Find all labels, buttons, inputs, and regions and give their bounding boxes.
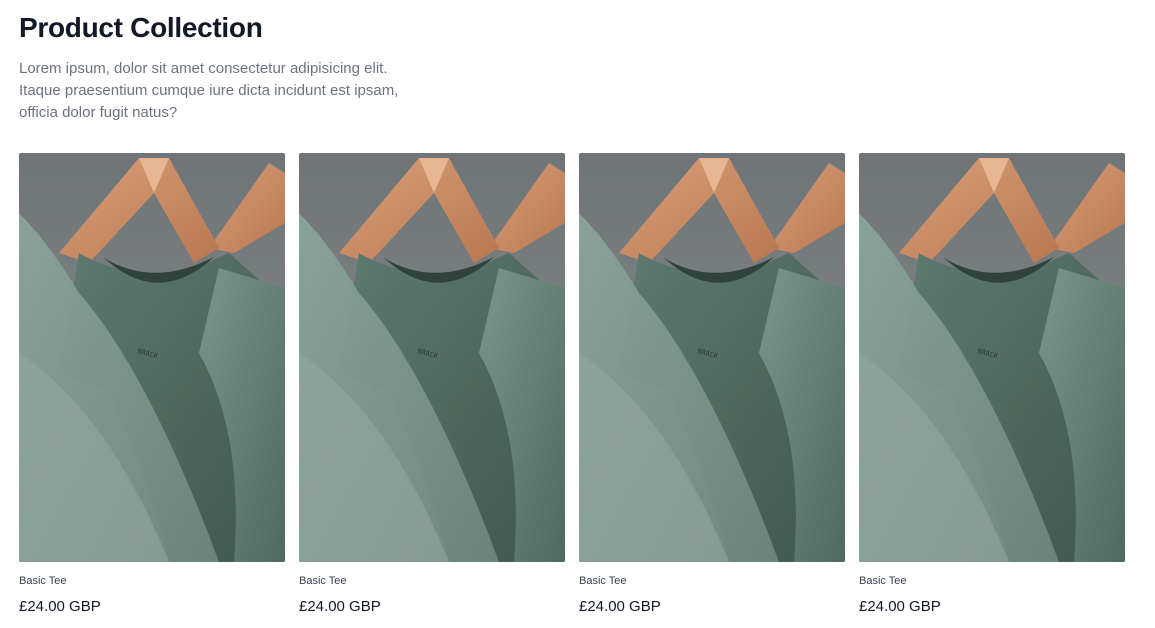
tshirt-on-hanger-photo: BRACK [19, 153, 285, 562]
product-card[interactable]: BRACK Basic Tee £24.00 GBP [299, 153, 565, 616]
product-card[interactable]: BRACK Basic Tee £24.00 GBP [859, 153, 1125, 616]
product-name[interactable]: Basic Tee [859, 574, 1125, 588]
page-description: Lorem ipsum, dolor sit amet consectetur … [19, 60, 399, 121]
tshirt-on-hanger-photo: BRACK [299, 153, 565, 562]
product-image[interactable]: BRACK [299, 153, 565, 562]
product-card[interactable]: BRACK Basic Tee £24.00 GBP [19, 153, 285, 616]
product-price: £24.00 GBP [579, 598, 661, 615]
product-grid: BRACK Basic Tee £24.00 GBP BRACK Basic T… [19, 153, 1125, 616]
product-name[interactable]: Basic Tee [299, 574, 565, 588]
product-image[interactable]: BRACK [19, 153, 285, 562]
product-image[interactable]: BRACK [859, 153, 1125, 562]
product-name[interactable]: Basic Tee [579, 574, 845, 588]
page-title: Product Collection [19, 12, 263, 43]
product-price: £24.00 GBP [19, 598, 101, 615]
product-price: £24.00 GBP [299, 598, 381, 615]
tshirt-on-hanger-photo: BRACK [579, 153, 845, 562]
product-card[interactable]: BRACK Basic Tee £24.00 GBP [579, 153, 845, 616]
product-price: £24.00 GBP [859, 598, 941, 615]
product-name[interactable]: Basic Tee [19, 574, 285, 588]
tshirt-on-hanger-photo: BRACK [859, 153, 1125, 562]
product-image[interactable]: BRACK [579, 153, 845, 562]
